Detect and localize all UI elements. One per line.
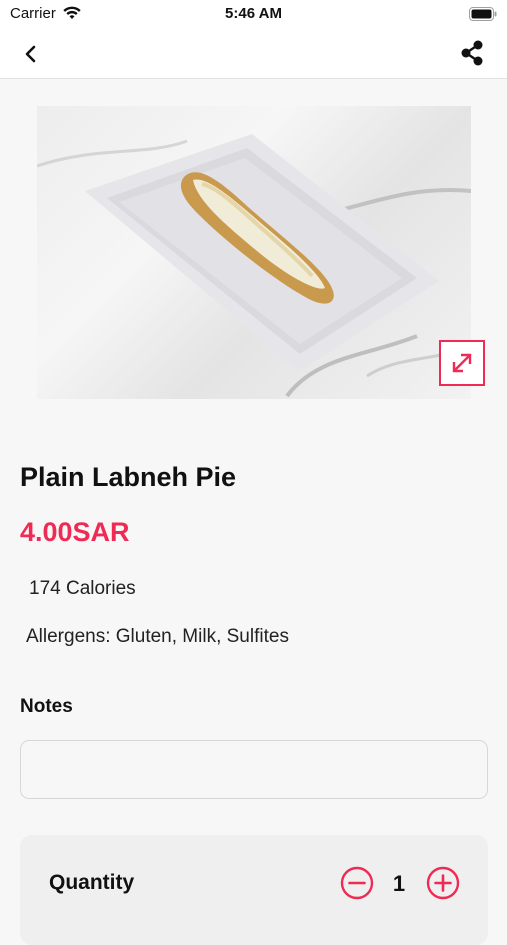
- product-title: Plain Labneh Pie: [20, 462, 237, 492]
- minus-circle-icon[interactable]: [340, 866, 374, 900]
- expand-icon: [452, 353, 472, 373]
- product-image: [37, 106, 471, 399]
- quantity-card: Quantity 1: [20, 835, 488, 945]
- share-icon[interactable]: [457, 38, 487, 68]
- expand-image-button[interactable]: [439, 340, 485, 386]
- notes-input[interactable]: [20, 740, 488, 799]
- notes-label: Notes: [20, 696, 73, 717]
- status-bar: Carrier 5:46 AM: [0, 0, 507, 30]
- quantity-label: Quantity: [49, 871, 135, 894]
- plus-circle-icon[interactable]: [426, 866, 460, 900]
- clock: 5:46 AM: [225, 5, 282, 22]
- product-price: 4.00SAR: [20, 517, 130, 547]
- product-photo-illustration: [37, 134, 471, 398]
- battery-icon: [469, 7, 497, 21]
- calories-text: 174 Calories: [29, 578, 136, 599]
- nav-bar: [0, 30, 507, 79]
- back-icon[interactable]: [18, 40, 46, 68]
- allergens-text: Allergens: Gluten, Milk, Sulfites: [26, 626, 289, 647]
- quantity-value: 1: [392, 871, 406, 896]
